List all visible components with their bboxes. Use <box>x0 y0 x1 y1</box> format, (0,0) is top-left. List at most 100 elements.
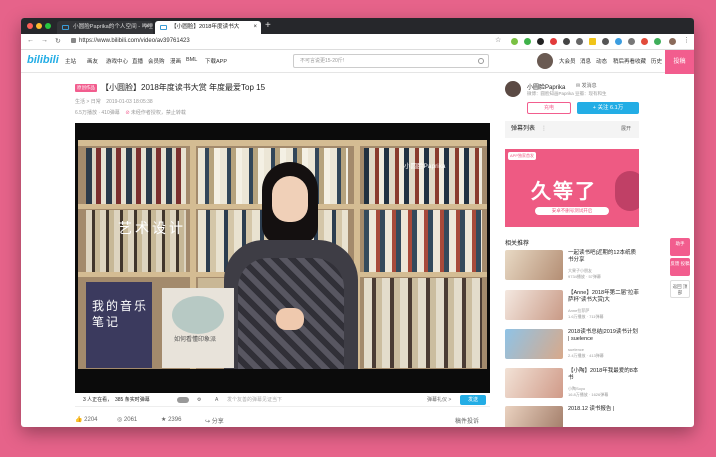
dark-extension-icon[interactable] <box>537 38 544 45</box>
blue-extension-icon[interactable] <box>615 38 622 45</box>
related-title[interactable]: 一起读书吧|近期的12本纸质书分享 <box>568 250 640 264</box>
tab-video-page[interactable]: 【小圆脸】2018年度读书大 × <box>155 21 261 34</box>
nav-favorites[interactable]: 收藏 <box>635 57 646 65</box>
orange-extension-icon[interactable] <box>641 38 648 45</box>
search-input[interactable]: 不可言说更15-20斤! <box>293 54 489 68</box>
video-stats-line: 6.5万播放 · 410弹幕 ⊘ 未经作者授权，禁止转载 <box>75 110 186 116</box>
nav-manga[interactable]: 漫画 <box>170 57 181 65</box>
danmaku-settings-icon[interactable]: ⚙ <box>197 393 201 407</box>
related-thumbnail[interactable] <box>505 368 563 398</box>
danmaku-list-panel[interactable]: 弹幕列表 ⋮ 展开 <box>505 121 639 138</box>
favorite-button[interactable]: ★ 2396 <box>161 416 181 423</box>
uploader-avatar[interactable] <box>505 81 521 97</box>
coin-button[interactable]: ◎ 2061 <box>117 416 137 423</box>
url-field[interactable]: https://www.bilibili.com/video/av3976142… <box>71 36 511 47</box>
related-item[interactable]: 【Anne】2018年第二届“拉菲萨杯”读书大赏|大 Anne拉菲萨 1.6万播… <box>505 290 639 320</box>
video-category[interactable]: 生活 > 日常 <box>75 99 101 105</box>
related-title[interactable]: 2018.12 读书报告 | <box>568 406 640 413</box>
danmaku-bar: 3 人正在看， 385 条实时弹幕 ⚙ A 发个友善的弹幕见证当下 弹幕礼仪 >… <box>75 393 490 407</box>
red-extension-icon[interactable] <box>550 38 557 45</box>
bilibili-logo[interactable]: bilibili <box>27 54 59 66</box>
related-title[interactable]: 2018读书总结|2019读书计划 | suelence <box>568 329 640 343</box>
gray-extension-icon[interactable] <box>576 38 583 45</box>
charge-button[interactable]: 充电 <box>527 102 571 114</box>
nav-download-app[interactable]: 下载APP <box>205 57 227 65</box>
nav-watch-later[interactable]: 稍后再看 <box>613 57 635 65</box>
minimize-window-button[interactable] <box>36 23 42 29</box>
puzzle-extension-icon[interactable] <box>628 38 635 45</box>
related-thumbnail[interactable] <box>505 406 563 427</box>
shield-extension-icon[interactable] <box>654 38 661 45</box>
menu-kebab-icon[interactable]: ⋮ <box>683 36 690 44</box>
related-thumbnail[interactable] <box>505 290 563 320</box>
nav-bml[interactable]: BML <box>186 57 197 63</box>
user-avatar[interactable] <box>537 53 553 69</box>
danmaku-input[interactable]: 发个友善的弹幕见证当下 <box>227 393 423 407</box>
nav-huayou[interactable]: 画友 <box>87 57 98 65</box>
book1-title: 我的音乐笔记 <box>92 299 149 329</box>
related-item[interactable]: 2018读书总结|2019读书计划 | suelence suelence 2.… <box>505 329 639 359</box>
danmaku-toggle[interactable] <box>177 397 189 403</box>
upload-button[interactable]: 投稿 <box>665 50 694 74</box>
video-frame[interactable]: 我的音乐笔记 如何看懂印象派 艺术设计 小圆脸Paprika <box>78 140 487 369</box>
danmaku-list-menu-icon[interactable]: ⋮ <box>541 121 547 138</box>
new-tab-button[interactable]: + <box>265 20 271 31</box>
share-icon: ↪ <box>205 419 211 425</box>
tool-extension-icon[interactable] <box>602 38 609 45</box>
related-thumbnail[interactable] <box>505 250 563 280</box>
report-link[interactable]: 稿件投诉 <box>455 416 479 425</box>
close-tab-icon[interactable]: × <box>145 21 149 34</box>
nav-messages[interactable]: 消息 <box>580 57 591 65</box>
nav-history[interactable]: 历史 <box>651 57 662 65</box>
send-message-link[interactable]: ✉ 发消息 <box>576 82 597 89</box>
star-icon: ★ <box>161 417 167 423</box>
circle-extension-icon[interactable] <box>563 38 570 45</box>
search-placeholder: 不可言说更15-20斤! <box>300 58 345 64</box>
search-icon[interactable] <box>478 58 484 64</box>
thumbs-up-icon: 👍 <box>75 417 83 423</box>
related-author[interactable]: suelence <box>568 347 584 352</box>
related-title[interactable]: 【小陶】2018年我最爱的8本书 <box>568 368 640 382</box>
back-to-top-button[interactable]: 返回 顶部 <box>670 280 690 298</box>
video-title: 【小圆脸】2018年度读书大赏 年度最爱Top 15 <box>101 83 266 92</box>
tab-uploader-space[interactable]: 小圆脸Paprika的个人空间 - 哔哩 × <box>57 21 153 34</box>
ad-subtext: 安卓不删号测试开启 <box>535 207 609 215</box>
share-button[interactable]: ↪ 分享 <box>205 416 224 425</box>
danmaku-etiquette-link[interactable]: 弹幕礼仪 > <box>427 393 451 407</box>
danmaku-style-icon[interactable]: A <box>215 393 218 407</box>
evernote-extension-icon[interactable] <box>511 38 518 45</box>
related-item[interactable]: 2018.12 读书报告 | <box>505 406 639 427</box>
coin-icon: ◎ <box>117 417 123 423</box>
game-ad-banner[interactable]: APP独家首发 久等了 安卓不删号测试开启 <box>505 149 639 227</box>
related-title[interactable]: 【Anne】2018年第二届“拉菲萨杯”读书大赏|大 <box>568 290 640 304</box>
danmaku-list-label: 弹幕列表 <box>511 126 536 132</box>
danmaku-list-expand[interactable]: 展开 <box>621 121 631 138</box>
related-item[interactable]: 【小陶】2018年我最爱的8本书 小陶Soyo 16.8万播放 · 1626弹幕 <box>505 368 639 398</box>
related-thumbnail[interactable] <box>505 329 563 359</box>
forward-icon[interactable]: → <box>41 37 48 44</box>
uploader-name[interactable]: 小圆脸Paprika <box>527 82 565 91</box>
follow-button[interactable]: + 关注 6.1万 <box>577 102 639 114</box>
back-icon[interactable]: ← <box>27 37 34 44</box>
nav-main[interactable]: 主站 <box>65 57 76 65</box>
bookmark-star-icon[interactable]: ☆ <box>495 36 501 44</box>
nav-dynamics[interactable]: 动态 <box>596 57 607 65</box>
nav-vip[interactable]: 大会员 <box>559 57 576 65</box>
nav-live[interactable]: 直播 <box>132 57 143 65</box>
green-extension-icon[interactable] <box>524 38 531 45</box>
helper-button[interactable]: 助手 <box>670 238 690 256</box>
video-player[interactable]: 我的音乐笔记 如何看懂印象派 艺术设计 小圆脸Paprika <box>75 123 490 393</box>
yellow-extension-icon[interactable] <box>589 38 596 45</box>
feedback-button[interactable]: 反馈 投稿 <box>670 258 690 276</box>
lock-icon <box>71 37 76 43</box>
like-button[interactable]: 👍 2204 <box>75 416 98 423</box>
nav-game-center[interactable]: 游戏中心 <box>106 57 128 65</box>
close-window-button[interactable] <box>27 23 33 29</box>
send-danmaku-button[interactable]: 发送 <box>460 395 486 405</box>
nav-mall[interactable]: 会员购 <box>148 57 165 65</box>
reload-icon[interactable]: ↻ <box>55 37 61 45</box>
zoom-window-button[interactable] <box>45 23 51 29</box>
close-tab-icon[interactable]: × <box>253 21 257 34</box>
profile-avatar-icon[interactable] <box>669 38 676 45</box>
related-item[interactable]: 一起读书吧|近期的12本纸质书分享 大果子小朋友 9734播放 · 57弹幕 <box>505 250 639 280</box>
